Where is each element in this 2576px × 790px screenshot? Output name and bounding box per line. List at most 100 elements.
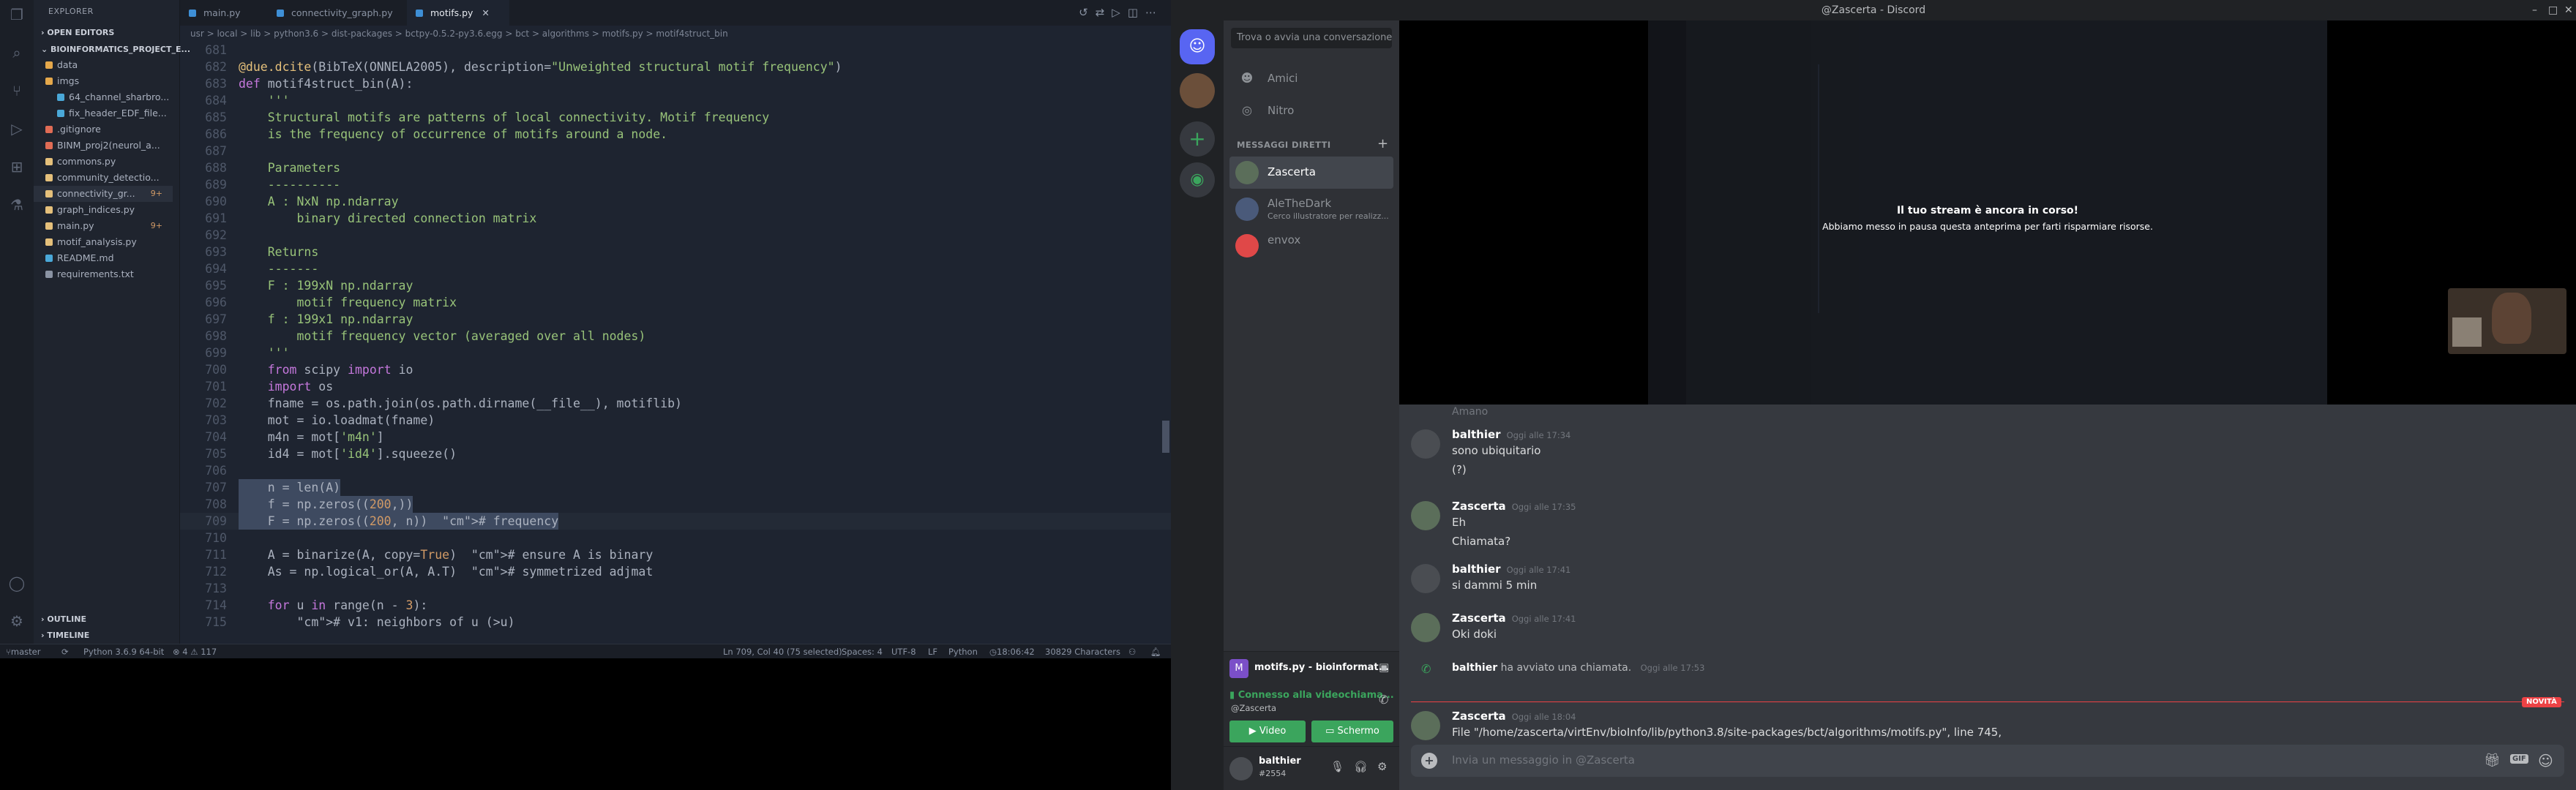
tree-file[interactable]: 64_channel_sharbro... — [34, 89, 173, 105]
code-line[interactable]: 692 — [180, 227, 1171, 244]
mute-mic-icon[interactable]: 🎙︎ — [1330, 760, 1344, 773]
settings-gear-icon[interactable]: ⚙ — [8, 612, 26, 630]
extensions-icon[interactable]: ⊞ — [8, 158, 26, 176]
code-line[interactable]: 714 for u in range(n - 3): — [180, 597, 1171, 614]
breadcrumb[interactable]: usr > local > lib > python3.6 > dist-pac… — [180, 26, 1171, 42]
screen-share-button[interactable]: ▭ Schermo — [1311, 721, 1393, 742]
run-debug-icon[interactable]: ▷ — [8, 120, 26, 138]
author-name[interactable]: balthier — [1452, 563, 1501, 576]
webcam-preview[interactable] — [2448, 288, 2566, 354]
emoji-icon[interactable]: ☺ — [2538, 752, 2553, 770]
message-avatar[interactable] — [1411, 501, 1440, 530]
discord-home-icon[interactable]: ☺ — [1180, 29, 1215, 64]
code-line[interactable]: 696 motif frequency matrix — [180, 294, 1171, 311]
code-line[interactable]: 703 mot = io.loadmat(fname) — [180, 412, 1171, 429]
code-line[interactable]: 694 ------- — [180, 260, 1171, 277]
disconnect-call-icon[interactable]: ✆ — [1379, 693, 1388, 707]
indentation[interactable]: Spaces: 4 — [842, 644, 883, 658]
search-icon[interactable]: ⌕ — [8, 44, 26, 61]
code-line[interactable]: 710 — [180, 530, 1171, 546]
code-line[interactable]: 701 import os — [180, 378, 1171, 395]
cursor-position[interactable]: Ln 709, Col 40 (75 selected) — [723, 644, 842, 658]
message-composer[interactable]: + Invia un messaggio in @Zascerta 🎁︎ GIF… — [1411, 745, 2564, 777]
code-line[interactable]: 695 F : 199xN np.ndarray — [180, 277, 1171, 294]
account-status-icon[interactable]: ⚇ — [1128, 644, 1136, 658]
compare-icon[interactable]: ⇄ — [1096, 6, 1112, 19]
system-author[interactable]: balthier — [1452, 662, 1497, 674]
stop-stream-icon[interactable]: ▣ — [1379, 661, 1389, 674]
tree-file[interactable]: connectivity_gr... 9+ — [34, 186, 173, 202]
more-actions-icon[interactable]: ⋯ — [1145, 6, 1164, 19]
tree-file[interactable]: README.md — [34, 250, 173, 266]
code-line[interactable]: 688 Parameters — [180, 159, 1171, 176]
deafen-headphones-icon[interactable]: 🎧︎ — [1354, 760, 1368, 773]
notifications-bell-icon[interactable]: 🔔︎ — [1150, 644, 1161, 658]
code-line[interactable]: 711 A = binarize(A, copy=True) "cm"># en… — [180, 546, 1171, 563]
gift-icon[interactable]: 🎁︎ — [2484, 753, 2501, 768]
attach-plus-icon[interactable]: + — [1421, 753, 1437, 769]
code-line[interactable]: 691 binary directed connection matrix — [180, 210, 1171, 227]
tree-folder[interactable]: data — [34, 57, 173, 73]
outline-section[interactable]: › OUTLINE — [41, 614, 86, 624]
tree-file[interactable]: main.py 9+ — [34, 218, 173, 234]
add-server-icon[interactable]: + — [1180, 121, 1215, 157]
account-icon[interactable]: ◯ — [8, 574, 26, 592]
code-line[interactable]: 708 f = np.zeros((200,)) — [180, 496, 1171, 513]
run-icon[interactable]: ▷ — [1112, 6, 1128, 19]
code-line[interactable]: 689 ---------- — [180, 176, 1171, 193]
branch-status[interactable]: ⑂ master — [6, 644, 40, 658]
code-line[interactable]: 705 id4 = mot['id4'].squeeze() — [180, 445, 1171, 462]
tree-folder[interactable]: imgs — [34, 73, 173, 89]
code-line[interactable]: 687 — [180, 143, 1171, 159]
close-window-icon[interactable]: ✕ — [2564, 0, 2573, 20]
sync-icon[interactable]: ⟳ — [61, 644, 69, 658]
maximize-icon[interactable]: □ — [2548, 0, 2558, 20]
message-avatar[interactable] — [1411, 613, 1440, 642]
tree-file[interactable]: motif_analysis.py — [34, 234, 173, 250]
history-icon[interactable]: ↺ — [1079, 6, 1096, 19]
tree-file[interactable]: .gitignore — [34, 121, 173, 138]
code-line[interactable]: 697 f : 199x1 np.ndarray — [180, 311, 1171, 328]
code-editor[interactable]: 681 682 @due.dcite(BibTeX(ONNELA2005), des… — [180, 42, 1171, 644]
tab-motifs-py[interactable]: motifs.py ✕ — [407, 0, 509, 26]
user-avatar[interactable] — [1229, 757, 1253, 780]
code-line[interactable]: 702 fname = os.path.join(os.path.dirname… — [180, 395, 1171, 412]
code-line[interactable]: 709 F = np.zeros((200, n)) "cm"># freque… — [180, 513, 1171, 530]
code-line[interactable]: 684 ''' — [180, 92, 1171, 109]
message-avatar[interactable] — [1411, 429, 1440, 459]
message-avatar[interactable] — [1411, 711, 1440, 740]
stream-preview[interactable]: Il tuo stream è ancora in corso! Abbiamo… — [1399, 20, 2576, 405]
code-line[interactable]: 712 As = np.logical_or(A, A.T) "cm"># sy… — [180, 563, 1171, 580]
project-root[interactable]: ⌄ BIOINFORMATICS_PROJECT_E... — [41, 45, 190, 54]
tab-connectivity-graph-py[interactable]: connectivity_graph.py — [268, 0, 407, 26]
tree-file[interactable]: fix_header_EDF_file... — [34, 105, 173, 121]
code-line[interactable]: 681 — [180, 42, 1171, 59]
editor-scrollbar-thumb[interactable] — [1162, 421, 1169, 453]
nav-friends[interactable]: ☻ Amici — [1229, 63, 1393, 94]
code-line[interactable]: 706 — [180, 462, 1171, 479]
close-tab-icon[interactable]: ✕ — [482, 7, 489, 18]
split-editor-icon[interactable]: ◫ — [1128, 6, 1145, 19]
code-line[interactable]: 699 ''' — [180, 345, 1171, 361]
author-name[interactable]: Zascerta — [1452, 612, 1506, 625]
tree-file[interactable]: requirements.txt — [34, 266, 173, 282]
code-line[interactable]: 713 — [180, 580, 1171, 597]
language-mode[interactable]: Python — [948, 644, 978, 658]
code-line[interactable]: 698 motif frequency vector (averaged ove… — [180, 328, 1171, 345]
gif-icon[interactable]: GIF — [2510, 754, 2528, 764]
tab-main-py[interactable]: main.py — [180, 0, 268, 26]
python-interpreter[interactable]: Python 3.6.9 64-bit — [83, 644, 164, 658]
code-line[interactable]: 682 @due.dcite(BibTeX(ONNELA2005), descri… — [180, 59, 1171, 75]
author-name[interactable]: Zascerta — [1452, 500, 1506, 513]
tree-file[interactable]: BINM_proj2(neurol_a... — [34, 138, 173, 154]
code-line[interactable]: 704 m4n = mot['m4n'] — [180, 429, 1171, 445]
create-dm-icon[interactable]: + — [1377, 136, 1388, 151]
nav-nitro[interactable]: ◎ Nitro — [1229, 95, 1393, 126]
tree-file[interactable]: community_detectio... — [34, 170, 173, 186]
timeline-section[interactable]: › TIMELINE — [41, 631, 89, 640]
explore-servers-icon[interactable]: ◉ — [1180, 162, 1215, 198]
video-button[interactable]: ▶ Video — [1229, 721, 1306, 742]
code-line[interactable]: 690 A : NxN np.ndarray — [180, 193, 1171, 210]
dm-item[interactable]: AleTheDark Cerco illustratore per realizz… — [1229, 193, 1393, 225]
code-line[interactable]: 683 def motif4struct_bin(A): — [180, 75, 1171, 92]
